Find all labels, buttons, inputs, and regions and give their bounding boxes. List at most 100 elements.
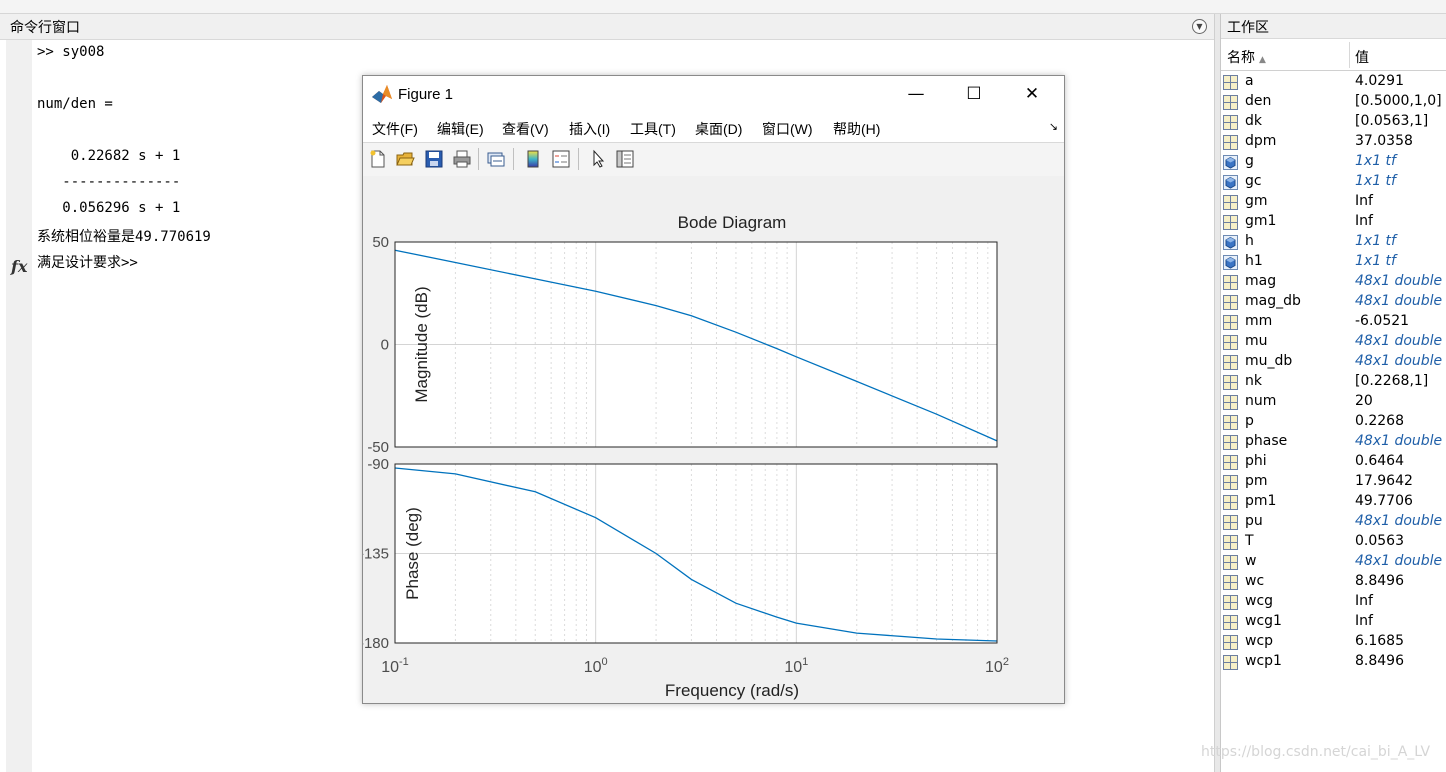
variable-name: wcg	[1245, 593, 1274, 609]
menu-desktop[interactable]: 桌面(D)	[695, 119, 742, 139]
numeric-array-icon	[1223, 135, 1238, 150]
phase-axes[interactable]: -90 -135 -180 Phase (deg)	[359, 456, 998, 652]
output-line: 系统相位裕量是49.770619	[37, 229, 211, 245]
workspace-variable-row[interactable]: pu 48x1 double	[1221, 512, 1446, 532]
numeric-array-icon	[1223, 95, 1238, 110]
variable-name: dk	[1245, 113, 1262, 129]
numeric-array-icon	[1223, 495, 1238, 510]
variable-value: 48x1 double	[1355, 353, 1443, 369]
sort-ascending-icon: ▲	[1259, 55, 1266, 65]
watermark: https://blog.csdn.net/cai_bi_A_LV	[1201, 744, 1431, 760]
workspace-variable-row[interactable]: mu_db 48x1 double	[1221, 352, 1446, 372]
workspace-variable-row[interactable]: gm1 Inf	[1221, 212, 1446, 232]
numeric-array-icon	[1223, 195, 1238, 210]
colorbar-icon[interactable]	[523, 149, 543, 169]
menu-window[interactable]: 窗口(W)	[762, 119, 813, 139]
plot-title: Bode Diagram	[678, 213, 787, 232]
numeric-array-icon	[1223, 75, 1238, 90]
numeric-array-icon	[1223, 115, 1238, 130]
numeric-array-icon	[1223, 575, 1238, 590]
workspace-variable-row[interactable]: h1 1x1 tf	[1221, 252, 1446, 272]
workspace-variable-row[interactable]: pm 17.9642	[1221, 472, 1446, 492]
prompt-line[interactable]: 满足设计要求>>	[37, 252, 138, 272]
workspace-variable-row[interactable]: p 0.2268	[1221, 412, 1446, 432]
workspace-variable-row[interactable]: mm -6.0521	[1221, 312, 1446, 332]
variable-name: mm	[1245, 313, 1273, 329]
workspace-variable-row[interactable]: nk [0.2268,1]	[1221, 372, 1446, 392]
open-icon[interactable]	[395, 149, 415, 169]
workspace-variable-row[interactable]: T 0.0563	[1221, 532, 1446, 552]
function-browser-icon[interactable]: fx	[11, 257, 27, 276]
figure-titlebar[interactable]: Figure 1 — ☐ ✕	[363, 76, 1064, 112]
x-tick-label: 101	[784, 656, 808, 676]
workspace-variable-row[interactable]: phi 0.6464	[1221, 452, 1446, 472]
workspace-variable-row[interactable]: mu 48x1 double	[1221, 332, 1446, 352]
figure-canvas[interactable]: Bode Diagram 50 0 -50 Magnitude (dB) -90 -13…	[359, 176, 1064, 703]
workspace-variable-row[interactable]: wcp 6.1685	[1221, 632, 1446, 652]
figure-window[interactable]: Figure 1 — ☐ ✕ 文件(F) 编辑(E) 查看(V) 插入(I) 工…	[359, 75, 1065, 704]
workspace-variable-row[interactable]: den [0.5000,1,0]	[1221, 92, 1446, 112]
workspace-variable-row[interactable]: gc 1x1 tf	[1221, 172, 1446, 192]
menu-edit[interactable]: 编辑(E)	[437, 119, 484, 139]
variable-value: 48x1 double	[1355, 513, 1443, 529]
menu-help[interactable]: 帮助(H)	[833, 119, 880, 139]
variable-name: g	[1245, 153, 1254, 169]
workspace-variable-row[interactable]: phase 48x1 double	[1221, 432, 1446, 452]
workspace-variable-row[interactable]: wcp1 8.8496	[1221, 652, 1446, 672]
workspace-variable-row[interactable]: w 48x1 double	[1221, 552, 1446, 572]
workspace-variable-row[interactable]: mag_db 48x1 double	[1221, 292, 1446, 312]
workspace-variable-row[interactable]: num 20	[1221, 392, 1446, 412]
menu-insert[interactable]: 插入(I)	[569, 119, 610, 139]
variable-value: 8.8496	[1355, 653, 1404, 669]
workspace-variable-row[interactable]: g 1x1 tf	[1221, 152, 1446, 172]
variable-value: -6.0521	[1355, 313, 1410, 329]
workspace-variable-row[interactable]: dpm 37.0358	[1221, 132, 1446, 152]
variable-value: Inf	[1355, 213, 1373, 229]
legend-icon[interactable]	[551, 149, 571, 169]
dock-icon[interactable]: ↘	[1049, 120, 1058, 133]
workspace-variable-row[interactable]: wcg Inf	[1221, 592, 1446, 612]
magnitude-axes[interactable]: 50 0 -50 Magnitude (dB)	[367, 234, 998, 456]
top-strip	[0, 0, 1446, 14]
column-header-name[interactable]: 名称 ▲	[1227, 47, 1266, 67]
new-figure-icon[interactable]	[368, 149, 388, 169]
print-icon[interactable]	[452, 149, 472, 169]
variable-name: gm1	[1245, 213, 1277, 229]
workspace-variable-row[interactable]: h 1x1 tf	[1221, 232, 1446, 252]
command-window-gutter	[6, 40, 32, 772]
variable-name: den	[1245, 93, 1272, 109]
menu-tools[interactable]: 工具(T)	[630, 119, 676, 139]
workspace-variable-row[interactable]: dk [0.0563,1]	[1221, 112, 1446, 132]
variable-name: gm	[1245, 193, 1268, 209]
workspace-variable-row[interactable]: mag 48x1 double	[1221, 272, 1446, 292]
numeric-array-icon	[1223, 455, 1238, 470]
workspace-variable-row[interactable]: wc 8.8496	[1221, 572, 1446, 592]
workspace-panel[interactable]: 工作区 名称 ▲ 值 a 4.0291 den [0.5000,1,0] dk [0.056…	[1220, 14, 1446, 772]
menu-view[interactable]: 查看(V)	[502, 119, 549, 139]
variable-value: 0.2268	[1355, 413, 1404, 429]
bode-plot[interactable]: Bode Diagram 50 0 -50 Magnitude (dB) -90 -13…	[359, 176, 1064, 703]
output-line: 0.22682 s + 1	[37, 148, 181, 164]
minimize-button[interactable]: —	[887, 76, 945, 112]
figure-menubar: 文件(F) 编辑(E) 查看(V) 插入(I) 工具(T) 桌面(D) 窗口(W…	[363, 112, 1064, 142]
numeric-array-icon	[1223, 335, 1238, 350]
variable-value: 48x1 double	[1355, 553, 1443, 569]
variable-value: 4.0291	[1355, 73, 1404, 89]
menu-file[interactable]: 文件(F)	[372, 119, 418, 139]
variable-value: 20	[1355, 393, 1373, 409]
variable-value: Inf	[1355, 613, 1373, 629]
workspace-variable-row[interactable]: wcg1 Inf	[1221, 612, 1446, 632]
property-inspector-icon[interactable]	[615, 149, 635, 169]
maximize-button[interactable]: ☐	[945, 76, 1003, 112]
link-icon[interactable]	[486, 149, 506, 169]
workspace-variable-row[interactable]: pm1 49.7706	[1221, 492, 1446, 512]
panel-menu-icon[interactable]: ▼	[1192, 19, 1207, 34]
column-header-value[interactable]: 值	[1355, 47, 1369, 67]
numeric-array-icon	[1223, 595, 1238, 610]
pointer-icon[interactable]	[588, 149, 608, 169]
save-icon[interactable]	[424, 149, 444, 169]
workspace-variable-row[interactable]: a 4.0291	[1221, 72, 1446, 92]
workspace-variable-row[interactable]: gm Inf	[1221, 192, 1446, 212]
column-divider[interactable]	[1349, 42, 1350, 68]
close-button[interactable]: ✕	[1003, 76, 1061, 112]
